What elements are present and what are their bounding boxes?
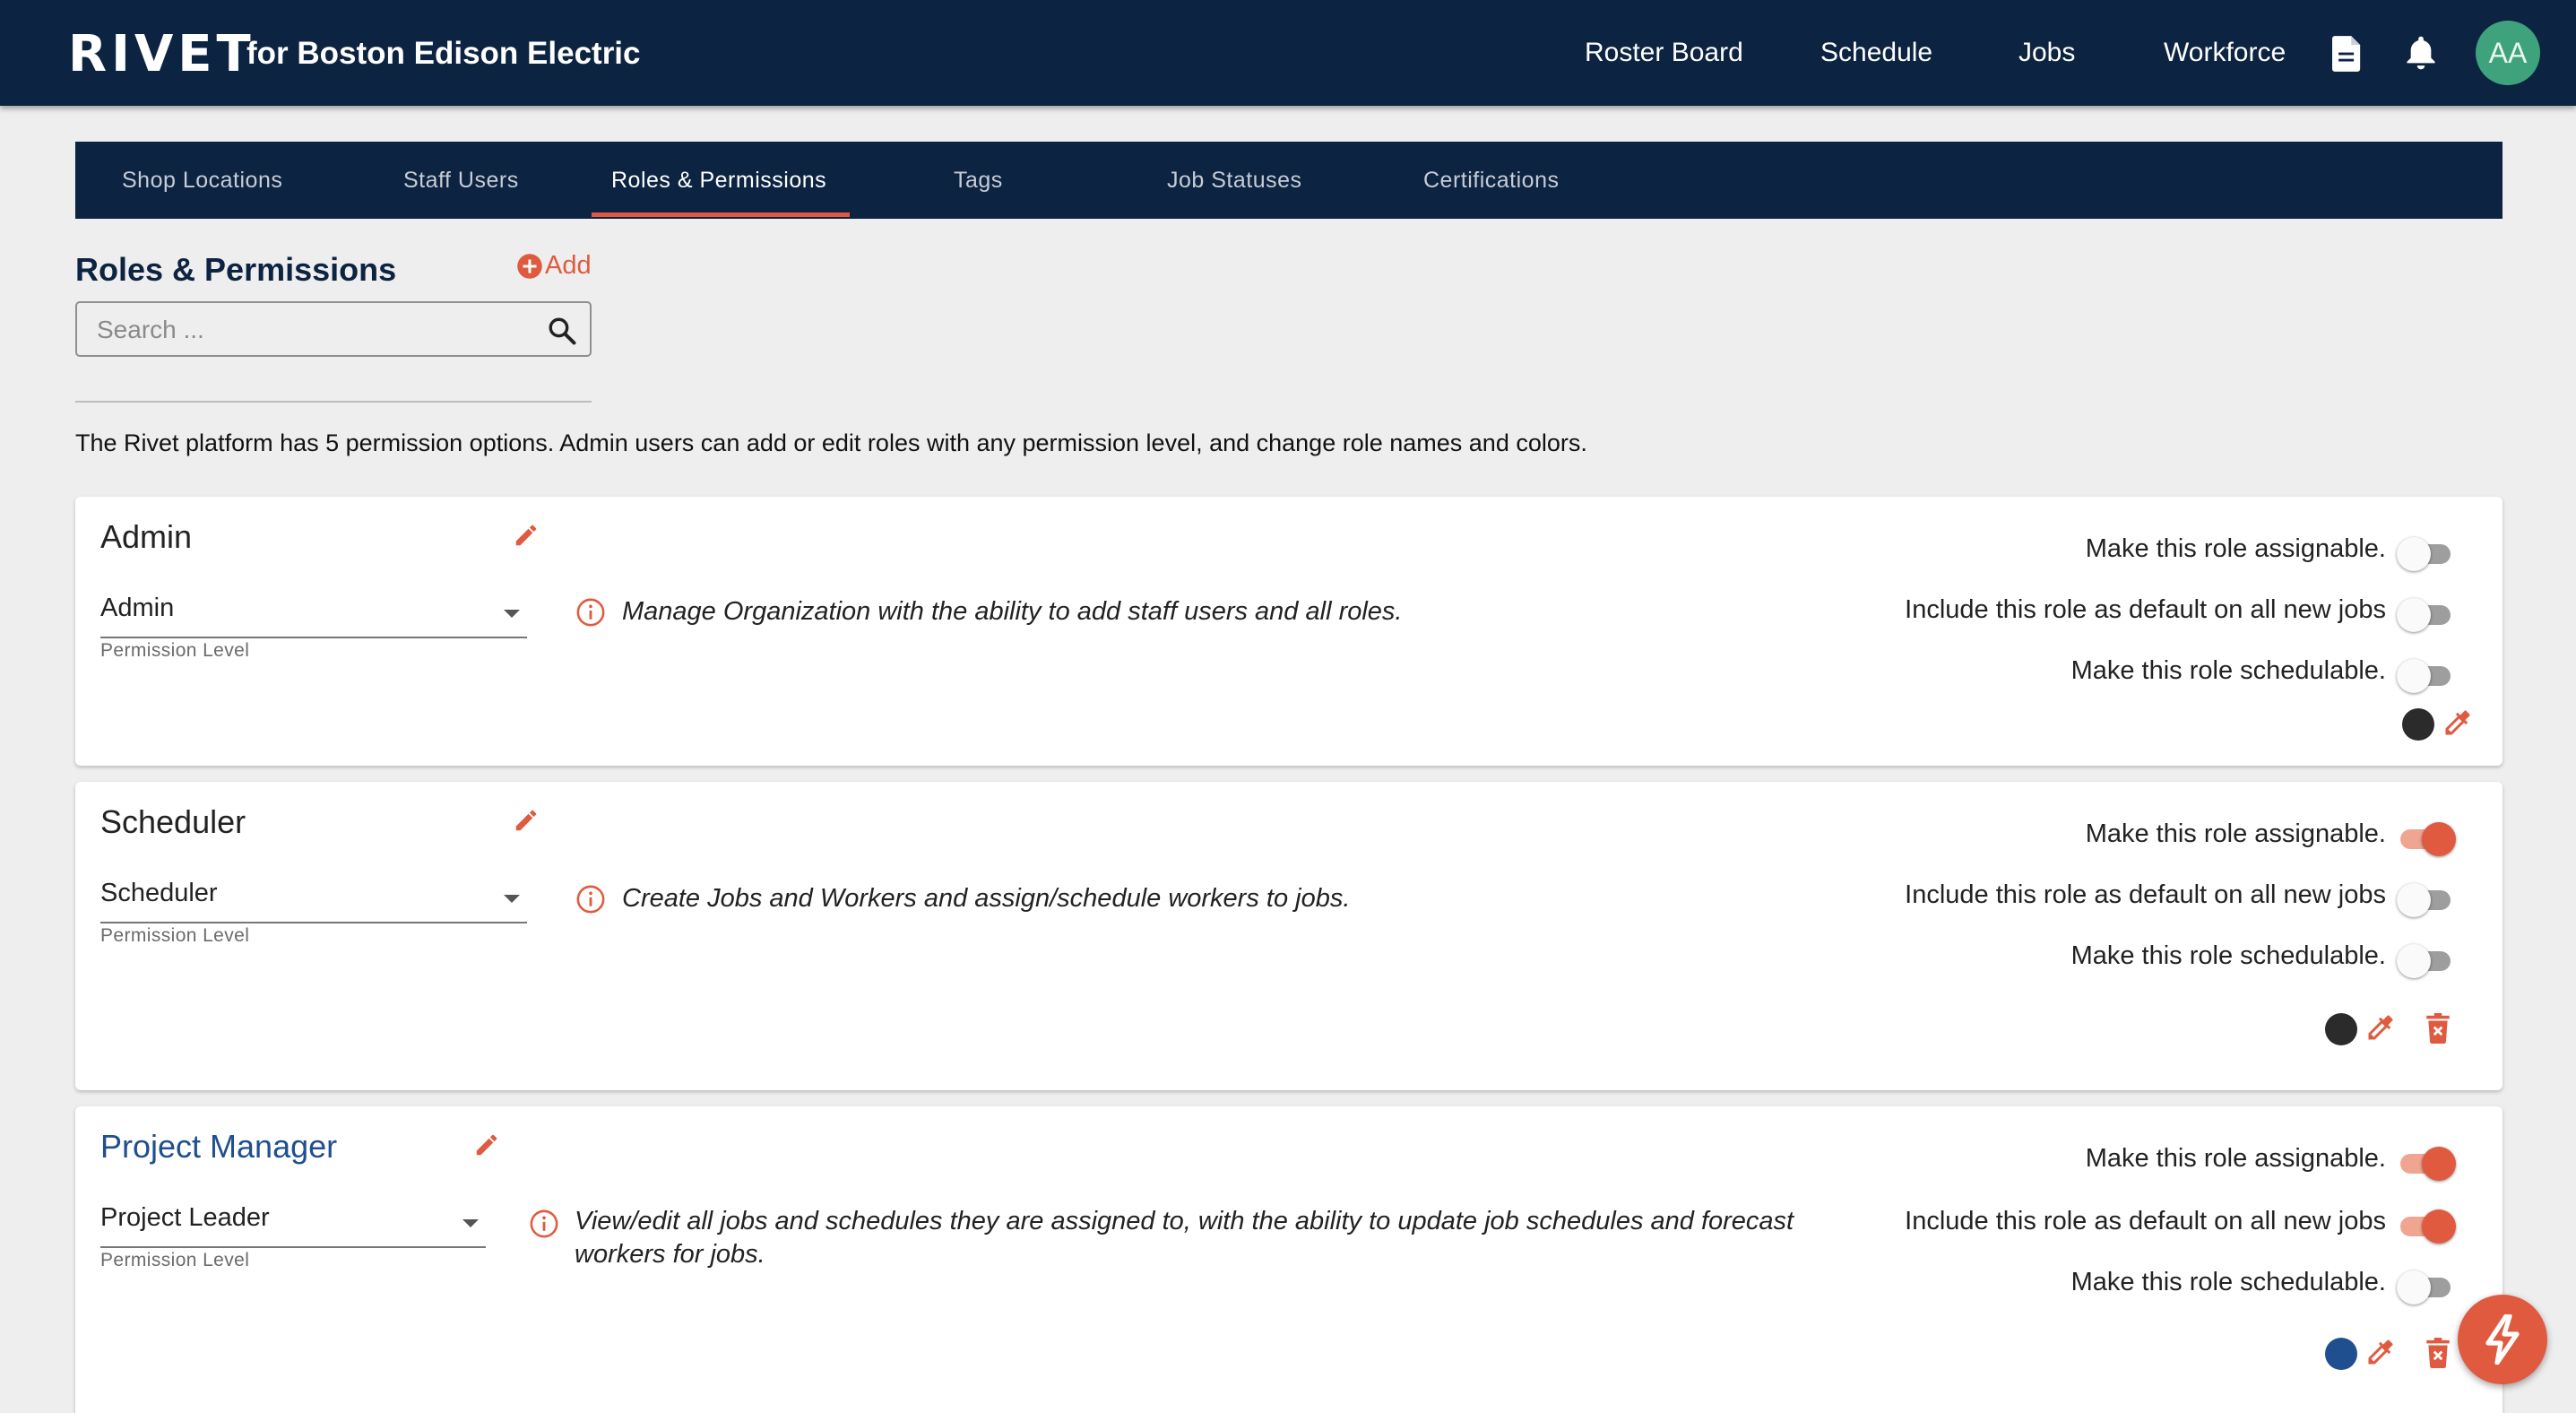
app-logo[interactable]: RIVET xyxy=(68,25,255,83)
color-picker-icon[interactable] xyxy=(2442,706,2474,739)
toggle-thumb xyxy=(2397,537,2431,571)
permission-level-value: Admin xyxy=(100,594,175,622)
permission-level-select[interactable]: Scheduler xyxy=(100,879,527,923)
search-field xyxy=(75,301,592,357)
role-description-line-2: workers for jobs. xyxy=(575,1240,765,1269)
info-icon xyxy=(576,598,605,627)
schedulable-toggle[interactable] xyxy=(2397,654,2454,693)
role-description: Manage Organization with the ability to … xyxy=(622,597,1403,626)
tab-staff-users[interactable]: Staff Users xyxy=(403,142,519,219)
assignable-toggle[interactable] xyxy=(2397,533,2454,571)
role-card-scheduler: Scheduler Scheduler Permission Level Cre… xyxy=(75,782,2503,1090)
role-name: Scheduler xyxy=(100,803,246,840)
select-underline xyxy=(100,922,527,923)
select-underline xyxy=(100,637,527,638)
tab-tags[interactable]: Tags xyxy=(954,142,1003,219)
select-underline xyxy=(100,1246,486,1248)
default-toggle[interactable] xyxy=(2397,594,2454,632)
chevron-down-icon xyxy=(504,895,520,903)
nav-schedule[interactable]: Schedule xyxy=(1820,38,1932,68)
delete-icon[interactable] xyxy=(2424,1338,2452,1368)
schedulable-toggle[interactable] xyxy=(2397,940,2454,978)
role-name: Project Manager xyxy=(100,1128,338,1165)
tab-job-statuses[interactable]: Job Statuses xyxy=(1167,142,1302,219)
tab-roles-permissions[interactable]: Roles & Permissions xyxy=(611,142,826,219)
permission-level-select[interactable]: Admin xyxy=(100,594,527,638)
permission-level-select[interactable]: Project Leader xyxy=(100,1203,486,1248)
permission-level-value: Project Leader xyxy=(100,1203,270,1232)
role-card-admin: Admin Admin Permission Level Manage Orga… xyxy=(75,497,2503,766)
color-picker-icon[interactable] xyxy=(2364,1011,2397,1044)
search-input[interactable] xyxy=(97,314,518,346)
tab-shop-locations[interactable]: Shop Locations xyxy=(122,142,282,219)
assignable-label: Make this role assignable. xyxy=(2085,534,2386,563)
edit-name-icon[interactable] xyxy=(513,522,540,549)
permission-level-value: Scheduler xyxy=(100,879,218,907)
default-label: Include this role as default on all new … xyxy=(1905,595,2386,624)
schedulable-label: Make this role schedulable. xyxy=(2070,656,2386,685)
search-divider xyxy=(75,401,592,403)
active-tab-indicator xyxy=(592,212,850,217)
assignable-label: Make this role assignable. xyxy=(2085,819,2386,848)
add-role-button[interactable]: Add xyxy=(516,251,592,281)
delete-icon[interactable] xyxy=(2424,1013,2452,1044)
intro-text: The Rivet platform has 5 permission opti… xyxy=(75,429,1587,456)
schedulable-label: Make this role schedulable. xyxy=(2070,941,2386,970)
toggle-thumb xyxy=(2397,659,2431,693)
assignable-toggle[interactable] xyxy=(2397,1142,2456,1181)
lightning-icon xyxy=(2485,1314,2520,1365)
nav-roster-board[interactable]: Roster Board xyxy=(1585,38,1743,68)
nav-jobs[interactable]: Jobs xyxy=(2018,38,2075,68)
toggle-thumb xyxy=(2397,883,2431,917)
toggle-thumb xyxy=(2422,1147,2456,1181)
search-icon[interactable] xyxy=(547,316,577,346)
add-role-label: Add xyxy=(545,251,592,280)
role-card-project-manager: Project Manager Project Leader Permissio… xyxy=(75,1106,2503,1413)
toggle-thumb xyxy=(2422,1209,2456,1244)
toggle-thumb xyxy=(2397,1270,2431,1305)
assignable-toggle[interactable] xyxy=(2397,818,2456,856)
schedulable-label: Make this role schedulable. xyxy=(2070,1268,2386,1296)
user-avatar[interactable]: AA xyxy=(2476,21,2540,85)
tab-certifications[interactable]: Certifications xyxy=(1423,142,1560,219)
role-color-swatch[interactable] xyxy=(2402,708,2434,741)
role-color-swatch[interactable] xyxy=(2325,1013,2357,1045)
default-label: Include this role as default on all new … xyxy=(1905,1207,2386,1235)
permission-level-label: Permission Level xyxy=(100,640,250,661)
document-icon[interactable] xyxy=(2332,36,2363,72)
toggle-thumb xyxy=(2422,822,2456,856)
edit-name-icon[interactable] xyxy=(473,1131,500,1158)
toggle-thumb xyxy=(2397,598,2431,632)
role-description-line-1: View/edit all jobs and schedules they ar… xyxy=(575,1207,1794,1235)
toggle-thumb xyxy=(2397,944,2431,978)
info-icon xyxy=(576,885,605,914)
role-description: View/edit all jobs and schedules they ar… xyxy=(575,1205,1892,1271)
role-name: Admin xyxy=(100,518,193,555)
page-title: Roles & Permissions xyxy=(75,251,397,288)
organization-name: for Boston Edison Electric xyxy=(246,36,641,71)
quick-action-button[interactable] xyxy=(2458,1295,2547,1384)
top-header: RIVET for Boston Edison Electric Roster … xyxy=(0,0,2576,106)
assignable-label: Make this role assignable. xyxy=(2085,1144,2386,1173)
add-circle-icon xyxy=(517,253,542,279)
default-toggle[interactable] xyxy=(2397,1205,2456,1244)
edit-name-icon[interactable] xyxy=(513,807,540,834)
color-picker-icon[interactable] xyxy=(2364,1336,2397,1368)
permission-level-label: Permission Level xyxy=(100,925,250,946)
default-toggle[interactable] xyxy=(2397,879,2454,917)
permission-level-label: Permission Level xyxy=(100,1250,250,1270)
chevron-down-icon xyxy=(504,610,520,618)
role-color-swatch[interactable] xyxy=(2325,1338,2357,1370)
bell-icon[interactable] xyxy=(2406,36,2436,70)
role-description: Create Jobs and Workers and assign/sched… xyxy=(622,884,1351,913)
chevron-down-icon xyxy=(462,1219,479,1227)
schedulable-toggle[interactable] xyxy=(2397,1266,2454,1305)
info-icon xyxy=(530,1209,558,1238)
settings-tabbar: Shop Locations Staff Users Roles & Permi… xyxy=(75,142,2503,219)
default-label: Include this role as default on all new … xyxy=(1905,880,2386,909)
nav-workforce[interactable]: Workforce xyxy=(2164,38,2286,68)
